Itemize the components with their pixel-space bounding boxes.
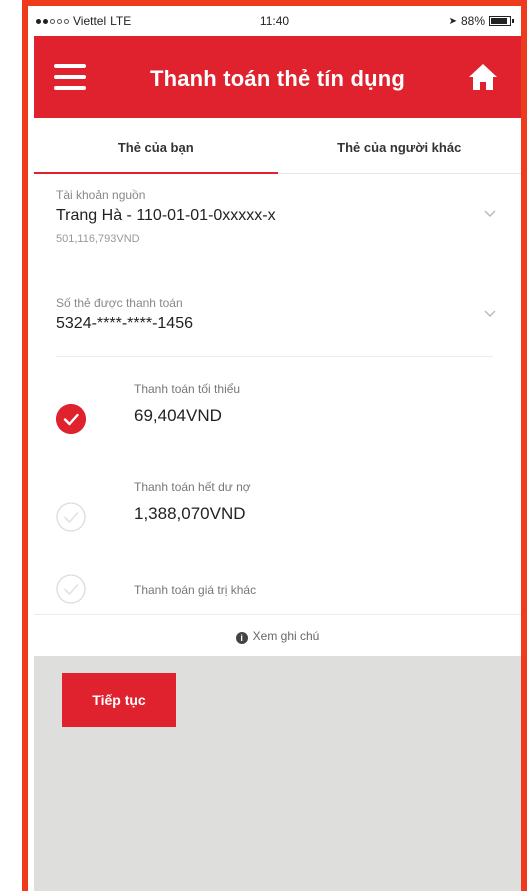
app-header: Thanh toán thẻ tín dụng — [34, 36, 521, 118]
location-icon: ➤ — [448, 15, 457, 27]
option-label: Thanh toán hết dư nợ — [134, 480, 251, 494]
view-note-label: Xem ghi chú — [252, 629, 320, 643]
battery-fill — [491, 18, 507, 24]
source-account-value: Trang Hà - 110-01-01-0xxxxx-x — [56, 207, 276, 224]
status-time: 11:40 — [259, 14, 290, 28]
radio-unchecked-icon[interactable] — [56, 574, 86, 604]
home-icon[interactable] — [467, 62, 499, 92]
footer-area: Tiếp tục — [34, 656, 521, 891]
option-full-payment[interactable]: Thanh toán hết dư nợ 1,388,070VND — [56, 480, 496, 550]
tab-other-card[interactable]: Thẻ của người khác — [278, 118, 522, 173]
card-number-label: Số thẻ được thanh toán — [56, 296, 183, 310]
tab-your-card[interactable]: Thẻ của bạn — [34, 118, 278, 174]
card-number-value: 5324-****-****-1456 — [56, 315, 193, 332]
option-other-amount[interactable]: Thanh toán giá trị khác — [56, 574, 496, 608]
option-label: Thanh toán giá trị khác — [134, 583, 257, 597]
battery-percent: 88% — [460, 14, 485, 28]
option-amount: 69,404VND — [134, 406, 222, 425]
status-bar: Viettel LTE 11:40 ➤ 88% — [28, 6, 521, 36]
divider — [56, 356, 493, 357]
source-account-select[interactable]: Tài khoản nguồn Trang Hà - 110-01-01-0xx… — [56, 188, 496, 245]
source-account-label: Tài khoản nguồn — [56, 188, 146, 202]
battery-info: ➤ 88% — [448, 14, 514, 28]
option-amount: 1,388,070VND — [134, 504, 246, 523]
card-number-select[interactable]: Số thẻ được thanh toán 5324-****-****-14… — [56, 296, 496, 333]
info-icon: i — [235, 632, 248, 644]
page-title: Thanh toán thẻ tín dụng — [149, 66, 406, 91]
source-account-balance: 501,116,793VND — [56, 233, 140, 245]
radio-checked-icon[interactable] — [56, 404, 86, 434]
option-minimum-payment[interactable]: Thanh toán tối thiểu 69,404VND — [56, 382, 496, 452]
battery-icon — [489, 16, 514, 26]
view-note-link[interactable]: i Xem ghi chú — [34, 614, 521, 656]
tab-bar: Thẻ của bạn Thẻ của người khác — [34, 118, 521, 174]
app-frame: Viettel LTE 11:40 ➤ 88% Thanh toán thẻ t… — [22, 0, 527, 891]
chevron-down-icon — [484, 310, 496, 318]
radio-unchecked-icon[interactable] — [56, 502, 86, 532]
chevron-down-icon — [484, 210, 496, 218]
continue-button[interactable]: Tiếp tục — [62, 673, 176, 727]
option-label: Thanh toán tối thiểu — [134, 382, 241, 396]
